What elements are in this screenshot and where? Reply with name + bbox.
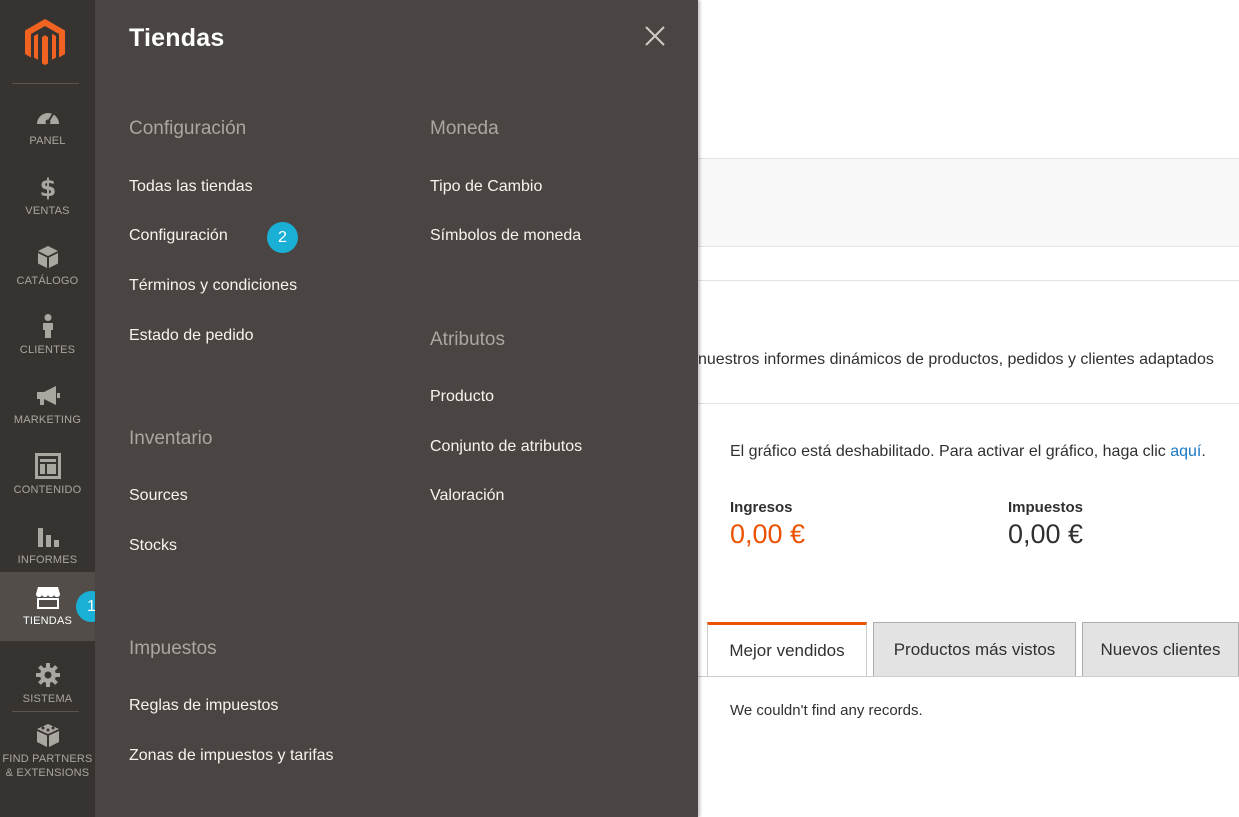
svg-text:$: $ [39, 174, 56, 200]
sidebar-item-label: VENTAS [25, 205, 70, 217]
flyout-title: Tiendas [129, 24, 225, 52]
sidebar-item-ventas[interactable]: $ VENTAS [0, 162, 95, 231]
sidebar-item-catalogo[interactable]: CATÁLOGO [0, 232, 95, 301]
group-heading-impuestos: Impuestos [129, 638, 217, 659]
label-line-2: & EXTENSIONS [5, 767, 90, 779]
menu-item-producto[interactable]: Producto [430, 388, 494, 406]
enable-chart-link[interactable]: aquí [1170, 443, 1201, 460]
stores-flyout-menu: Tiendas Configuración Todas las tiendas … [95, 0, 698, 817]
menu-item-todas-las-tiendas[interactable]: Todas las tiendas [129, 178, 253, 196]
cube-icon [36, 724, 59, 747]
gauge-icon [36, 113, 59, 125]
sidebar-item-label: FIND PARTNERS & EXTENSIONS [2, 752, 92, 780]
box-icon [37, 246, 58, 268]
tab-mejor-vendidos[interactable]: Mejor vendidos [707, 622, 867, 676]
section-divider [698, 280, 1239, 281]
menu-item-zonas-de-impuestos[interactable]: Zonas de impuestos y tarifas [129, 747, 334, 765]
menu-item-terminos-y-condiciones[interactable]: Términos y condiciones [129, 277, 297, 295]
sidebar-item-sistema[interactable]: SISTEMA [0, 650, 95, 719]
menu-item-simbolos-de-moneda[interactable]: Símbolos de moneda [430, 227, 581, 245]
sidebar-item-label: TIENDAS [22, 615, 73, 627]
tabs-baseline [698, 676, 1239, 677]
sidebar-divider [12, 711, 79, 712]
dollar-icon: $ [39, 174, 56, 200]
menu-item-conjunto-de-atributos[interactable]: Conjunto de atributos [430, 438, 582, 456]
group-heading-moneda: Moneda [430, 118, 499, 139]
group-heading-atributos: Atributos [430, 329, 505, 350]
menu-item-configuracion[interactable]: Configuración [129, 227, 228, 245]
sidebar-item-label: MARKETING [13, 414, 82, 426]
megaphone-icon [36, 386, 60, 405]
menu-item-valoracion[interactable]: Valoración [430, 487, 504, 505]
revenue-label: Ingresos [730, 499, 793, 516]
sidebar-item-label: CLIENTES [19, 344, 76, 356]
sidebar-item-informes[interactable]: INFORMES [0, 511, 95, 580]
sidebar-item-label: PANEL [29, 135, 66, 147]
no-records-message: We couldn't find any records. [730, 702, 923, 719]
sidebar-divider [12, 83, 79, 84]
admin-sidebar: PANEL $ VENTAS CATÁLOGO CLIENTES MARKETI… [0, 0, 107, 817]
tab-productos-mas-vistos[interactable]: Productos más vistos [873, 622, 1076, 676]
menu-item-tipo-de-cambio[interactable]: Tipo de Cambio [430, 178, 542, 196]
menu-item-stocks[interactable]: Stocks [129, 537, 177, 555]
sidebar-item-find-partners[interactable]: FIND PARTNERS & EXTENSIONS [0, 714, 95, 794]
tab-nuevos-clientes[interactable]: Nuevos clientes [1082, 622, 1239, 676]
sidebar-item-label: CONTENIDO [13, 484, 82, 496]
label-line-1: FIND PARTNERS [2, 753, 93, 765]
group-heading-configuracion: Configuración [129, 118, 247, 139]
chart-message-text: El gráfico está deshabilitado. Para acti… [730, 443, 1171, 460]
person-icon [42, 314, 53, 338]
tax-label: Impuestos [1008, 499, 1084, 516]
revenue-value: 0,00 € [730, 519, 806, 549]
chart-disabled-message: El gráfico está deshabilitado. Para acti… [730, 443, 1206, 461]
store-icon [35, 587, 60, 609]
bar-chart-icon [37, 528, 59, 547]
page-actions-bar [698, 158, 1239, 247]
magento-logo-icon[interactable] [24, 18, 66, 66]
gear-icon [35, 663, 60, 687]
menu-item-estado-de-pedido[interactable]: Estado de pedido [129, 327, 254, 345]
menu-item-sources[interactable]: Sources [129, 487, 188, 505]
sidebar-item-clientes[interactable]: CLIENTES [0, 301, 95, 370]
step-badge-2: 2 [267, 222, 298, 253]
sidebar-item-marketing[interactable]: MARKETING [0, 371, 95, 440]
group-heading-inventario: Inventario [129, 428, 213, 449]
sidebar-item-panel[interactable]: PANEL [0, 92, 95, 161]
sidebar-item-contenido[interactable]: CONTENIDO [0, 441, 95, 510]
sidebar-item-label: CATÁLOGO [16, 275, 79, 287]
close-icon[interactable] [644, 25, 666, 47]
dashboard-description: nuestros informes dinámicos de productos… [698, 351, 1214, 368]
sidebar-item-label: SISTEMA [22, 693, 73, 705]
tax-value: 0,00 € [1008, 519, 1084, 549]
sidebar-item-label: INFORMES [17, 554, 78, 566]
section-divider [698, 403, 1239, 404]
chart-message-end: . [1201, 443, 1206, 460]
layout-icon [34, 453, 61, 479]
menu-item-reglas-de-impuestos[interactable]: Reglas de impuestos [129, 697, 278, 715]
